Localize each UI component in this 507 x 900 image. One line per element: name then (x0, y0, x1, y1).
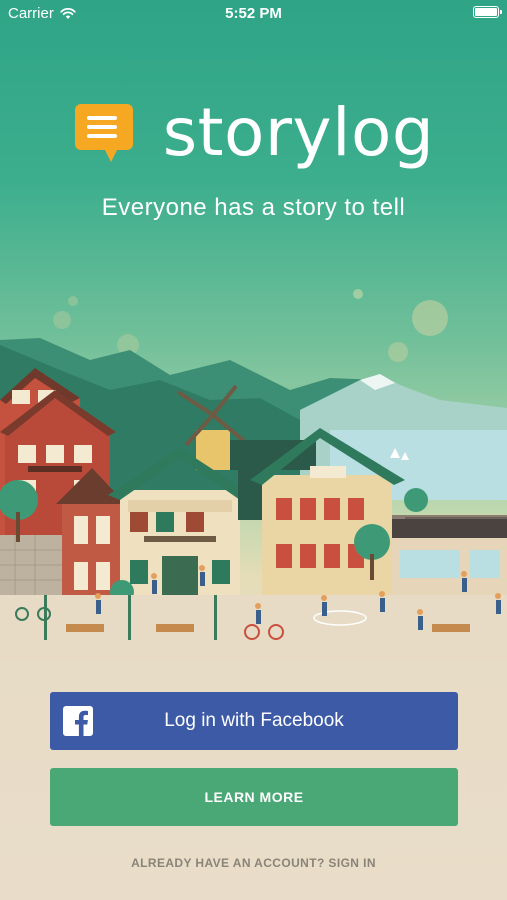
brand-name: storylog (162, 94, 435, 171)
sign-in-link[interactable]: ALREADY HAVE AN ACCOUNT? SIGN IN (0, 856, 507, 870)
battery-icon (473, 6, 502, 18)
welcome-screen: Carrier 5:52 PM storylog Everyone has a … (0, 0, 507, 900)
speech-bubble-icon (74, 104, 133, 162)
learn-more-label: LEARN MORE (204, 789, 304, 805)
facebook-login-label: Log in with Facebook (164, 710, 344, 731)
tagline: Everyone has a story to tell (101, 194, 406, 221)
learn-more-button[interactable]: LEARN MORE (50, 768, 458, 826)
town-scene-illustration (0, 289, 507, 660)
status-right (473, 6, 502, 18)
app-logo: storylog (0, 100, 507, 166)
status-bar: Carrier 5:52 PM (0, 0, 507, 28)
status-time: 5:52 PM (225, 5, 282, 22)
facebook-icon (63, 706, 93, 736)
facebook-login-button[interactable]: Log in with Facebook (50, 692, 458, 750)
